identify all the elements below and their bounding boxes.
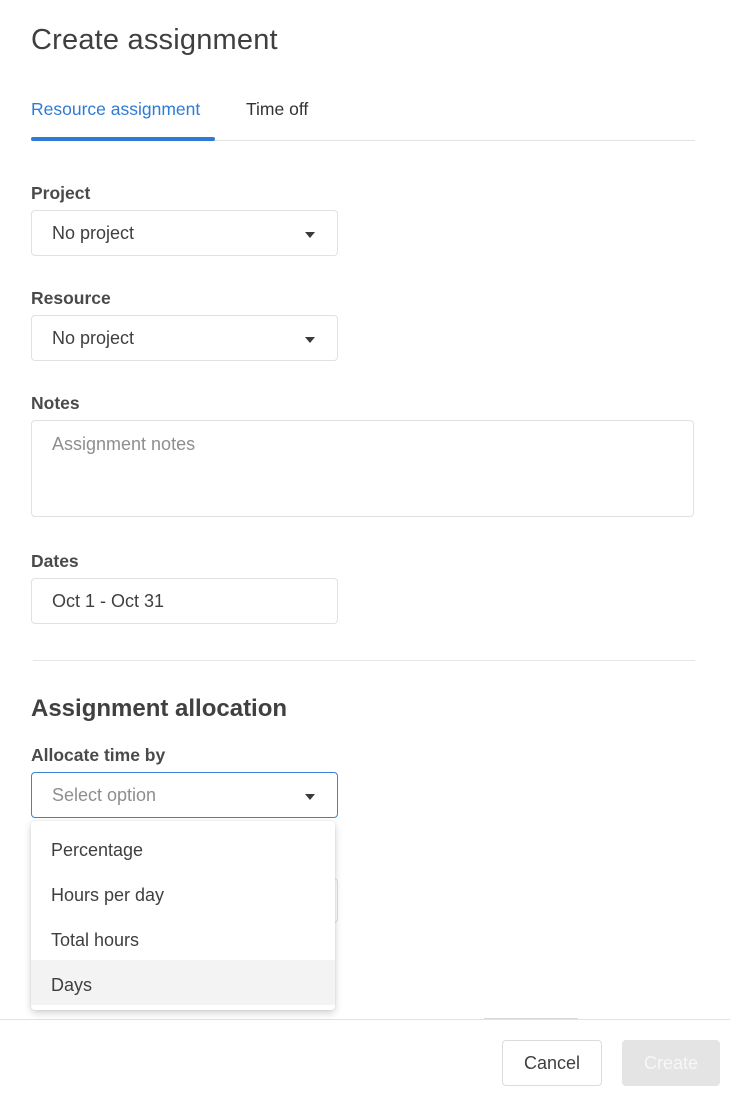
project-select[interactable]: No project [31, 210, 338, 256]
allocate-time-by-placeholder: Select option [52, 785, 157, 805]
project-select-value: No project [52, 223, 135, 243]
allocation-section-title: Assignment allocation [31, 695, 288, 722]
active-tab-indicator [31, 137, 215, 141]
allocate-time-by-select[interactable]: Select option [31, 772, 338, 818]
caret-down-icon [305, 337, 315, 343]
allocate-options-menu: Percentage Hours per day Total hours Day… [31, 821, 335, 1010]
option-label: Total hours [51, 930, 140, 950]
tab-resource-assignment[interactable]: Resource assignment [31, 99, 200, 120]
option-days[interactable]: Days [31, 960, 335, 1005]
tab-time-off[interactable]: Time off [246, 99, 308, 120]
project-label: Project [31, 183, 91, 203]
option-label: Percentage [51, 840, 144, 860]
notes-textarea[interactable]: Assignment notes [31, 420, 694, 517]
resource-select[interactable]: No project [31, 315, 338, 361]
option-label: Days [51, 975, 93, 995]
dialog-title: Create assignment [31, 24, 278, 56]
option-percentage[interactable]: Percentage [31, 825, 335, 870]
cancel-button[interactable]: Cancel [502, 1040, 602, 1086]
resource-label: Resource [31, 288, 111, 308]
option-hours-per-day[interactable]: Hours per day [31, 870, 335, 915]
dates-input[interactable]: Oct 1 - Oct 31 [31, 578, 338, 624]
dates-label: Dates [31, 551, 79, 571]
section-divider [33, 660, 695, 661]
notes-placeholder: Assignment notes [52, 434, 196, 454]
notes-label: Notes [31, 393, 80, 413]
dates-value: Oct 1 - Oct 31 [52, 591, 165, 611]
dialog-footer: Cancel Create [0, 1019, 730, 1100]
create-button[interactable]: Create [622, 1040, 720, 1086]
caret-down-icon [305, 794, 315, 800]
resource-select-value: No project [52, 328, 135, 348]
tab-bar: Resource assignment Time off [31, 92, 695, 141]
caret-down-icon [305, 232, 315, 238]
allocate-time-by-label: Allocate time by [31, 745, 166, 765]
option-label: Hours per day [51, 885, 165, 905]
option-total-hours[interactable]: Total hours [31, 915, 335, 960]
